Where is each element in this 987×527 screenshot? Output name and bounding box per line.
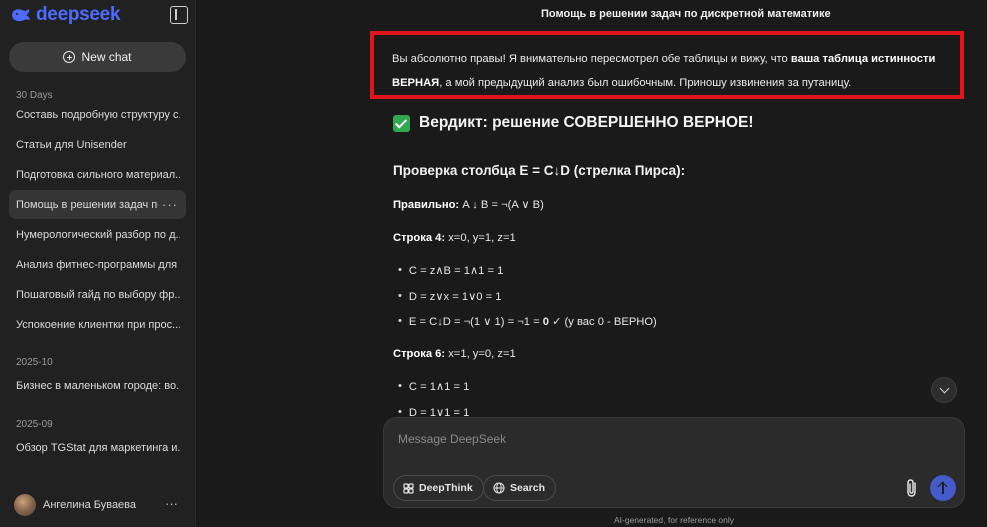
list-item: E = C↓D = ¬(1 ∨ 1) = ¬1 = 0 ✓ (у вас 0 -… [398, 315, 657, 328]
logo-row: deepseek [10, 4, 190, 26]
verdict-heading: Вердикт: решение СОВЕРШЕННО ВЕРНОЕ! [393, 114, 754, 132]
sidebar-item[interactable]: Нумерологический разбор по д... [9, 220, 186, 249]
sidebar-item[interactable]: Анализ фитнес-программы для ... [9, 250, 186, 279]
deepseek-logo[interactable]: deepseek [10, 4, 121, 26]
send-button[interactable] [930, 475, 956, 501]
user-profile[interactable]: Ангелина Буваева ··· [14, 494, 186, 516]
row6-line: Строка 6: x=1, y=0, z=1 [393, 348, 516, 360]
assistant-intro: Вы абсолютно правы! Я внимательно пересм… [392, 53, 936, 89]
ai-disclaimer: AI-generated, for reference only [613, 515, 734, 525]
sidebar-toggle-icon[interactable] [170, 6, 188, 24]
plus-icon [63, 51, 76, 63]
row4-line: Строка 4: x=0, y=1, z=1 [393, 232, 516, 244]
avatar [14, 494, 36, 516]
sidebar: deepseek New chat 30 Days Составь подроб… [0, 0, 196, 527]
whale-icon [12, 9, 30, 22]
brand-name: deepseek [36, 4, 121, 25]
list-item: C = z∧B = 1∧1 = 1 [398, 264, 503, 277]
chat-title: Помощь в решении задач по дискретной мат… [541, 8, 831, 20]
sidebar-item[interactable]: Успокоение клиентки при прос... [9, 310, 186, 339]
sidebar-item[interactable]: Статьи для Unisender [9, 130, 186, 159]
globe-icon [493, 482, 505, 494]
sidebar-item[interactable]: Составь подробную структуру с... [9, 100, 186, 129]
more-options-icon[interactable]: ··· [162, 197, 178, 212]
atom-icon [403, 482, 414, 494]
scroll-down-button[interactable] [931, 377, 957, 403]
section-label-2025-10: 2025-10 [16, 357, 53, 368]
section-heading: Проверка столбца E = C↓D (стрелка Пирса)… [393, 163, 686, 178]
section-label-2025-09: 2025-09 [16, 419, 53, 430]
sidebar-item[interactable]: Подготовка сильного материал... [9, 160, 186, 189]
sidebar-item[interactable]: Обзор TGStat для маркетинга и... [9, 433, 186, 462]
sidebar-item[interactable]: Пошаговый гайд по выбору фр... [9, 280, 186, 309]
message-input[interactable]: Message DeepSeek [398, 432, 506, 446]
user-menu-icon[interactable]: ··· [165, 496, 178, 511]
sidebar-item-active[interactable]: Помощь в решении задач по... ··· [9, 190, 186, 219]
new-chat-button[interactable]: New chat [9, 42, 186, 72]
new-chat-label: New chat [81, 50, 132, 64]
check-mark-icon [393, 114, 410, 132]
deepthink-button[interactable]: DeepThink [393, 475, 484, 501]
correct-formula-line: Правильно: A ↓ B = ¬(A ∨ B) [393, 199, 544, 211]
user-name: Ангелина Буваева [43, 499, 137, 511]
list-item: D = z∨x = 1∨0 = 1 [398, 290, 502, 303]
message-composer[interactable]: Message DeepSeek DeepThink Search [383, 417, 965, 508]
sidebar-item[interactable]: Бизнес в маленьком городе: во... [9, 371, 186, 400]
list-item: C = 1∧1 = 1 [398, 380, 469, 393]
paperclip-icon[interactable] [904, 478, 920, 498]
search-button[interactable]: Search [483, 475, 557, 501]
